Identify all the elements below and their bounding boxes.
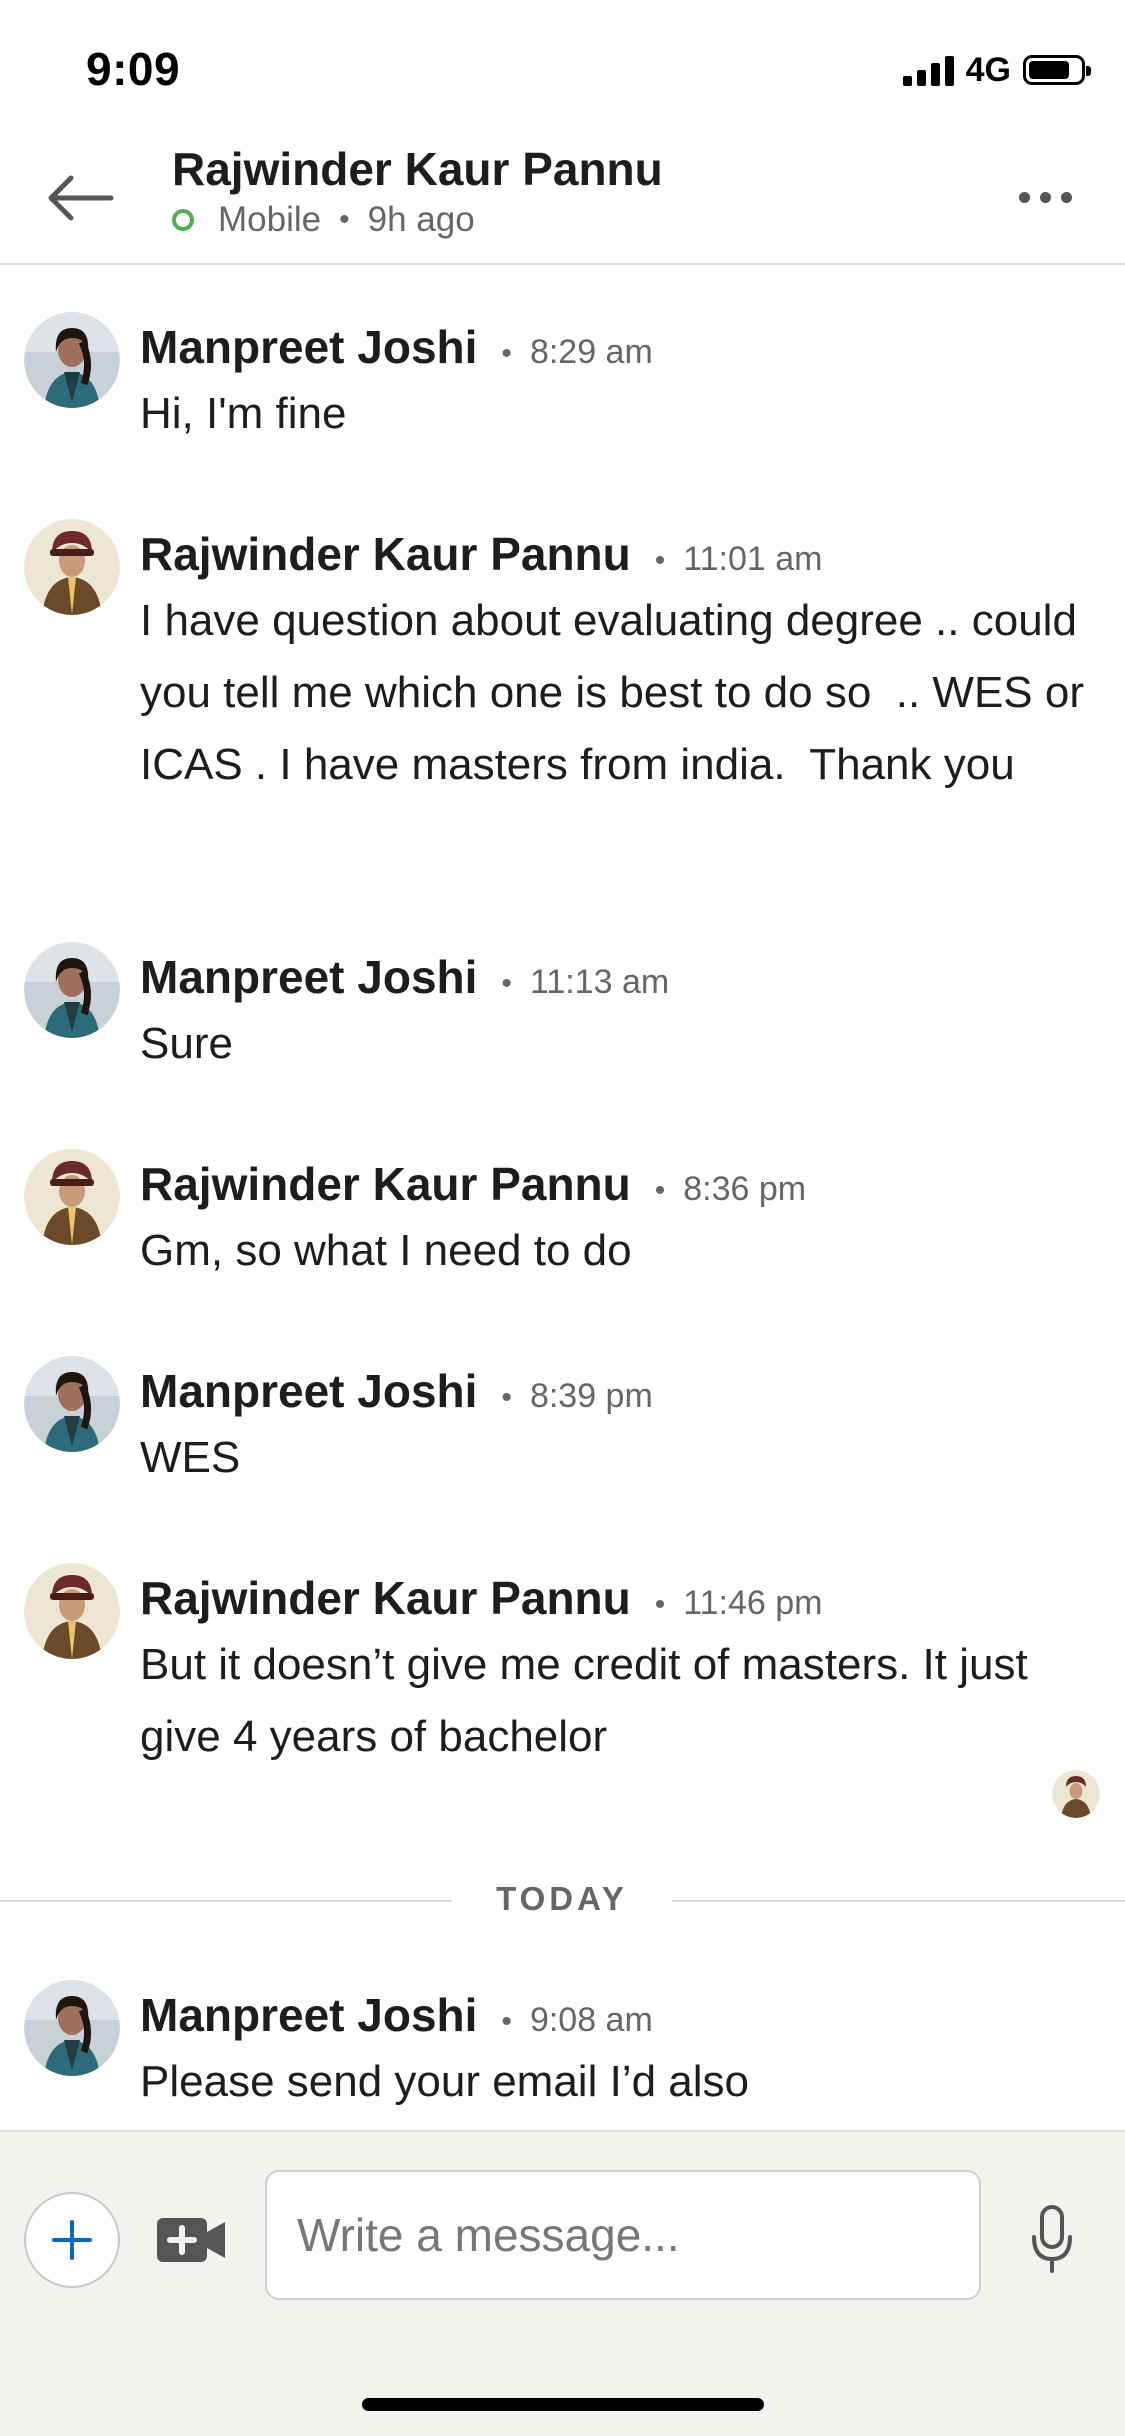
message-time: 11:46 pm <box>683 1584 823 1622</box>
video-message-button[interactable] <box>155 2212 229 2268</box>
online-status-icon <box>172 209 194 231</box>
message-time: 11:13 am <box>529 963 670 1001</box>
message-header: Rajwinder Kaur Pannu • 8:36 pm <box>140 1157 807 1211</box>
rajwinder-avatar[interactable] <box>24 519 120 615</box>
message-header: Rajwinder Kaur Pannu • 11:46 pm <box>140 1571 823 1625</box>
manpreet-avatar[interactable] <box>24 942 120 1038</box>
status-time: 9:09 <box>86 43 181 95</box>
status-bar: 9:09 4G <box>0 0 1125 130</box>
message-header: Manpreet Joshi • 11:13 am <box>140 950 670 1004</box>
day-divider: TODAY <box>0 1880 1125 1920</box>
message-text: But it doesn’t give me credit of masters… <box>140 1640 1040 1761</box>
arrow-left-icon <box>48 175 114 221</box>
network-type: 4G <box>965 50 1011 89</box>
video-camera-icon <box>157 2218 225 2262</box>
attach-button[interactable] <box>24 2192 120 2288</box>
sender-name[interactable]: Rajwinder Kaur Pannu <box>140 1571 631 1625</box>
plus-icon <box>52 2220 92 2260</box>
manpreet-avatar[interactable] <box>24 1356 120 1452</box>
manpreet-avatar[interactable] <box>24 312 120 408</box>
message-time: 11:01 am <box>683 540 823 578</box>
sender-name[interactable]: Manpreet Joshi <box>140 1988 477 2042</box>
message-time: 8:39 pm <box>529 1377 653 1415</box>
message-header: Rajwinder Kaur Pannu • 11:01 am <box>140 527 823 581</box>
message-text: I have question about evaluating degree … <box>140 596 1097 789</box>
last-active: 9h ago <box>367 200 475 239</box>
message-header: Manpreet Joshi • 8:39 pm <box>140 1364 653 1418</box>
more-horizontal-icon <box>1018 191 1030 203</box>
message-time: 8:36 pm <box>683 1170 807 1208</box>
rajwinder-avatar[interactable] <box>24 1149 120 1245</box>
microphone-icon <box>1032 2205 1072 2273</box>
rajwinder-avatar[interactable] <box>24 1563 120 1659</box>
presence-line: Mobile • 9h ago <box>172 200 475 240</box>
message-text: Sure <box>140 1019 233 1068</box>
separator-dot: • <box>339 203 350 236</box>
sender-name[interactable]: Manpreet Joshi <box>140 950 477 1004</box>
message-time: 8:29 am <box>529 333 653 371</box>
manpreet-avatar[interactable] <box>24 1980 120 2076</box>
message-composer <box>0 2130 1125 2436</box>
message-text: Hi, I'm fine <box>140 389 347 438</box>
presence-label: Mobile <box>218 200 322 239</box>
contact-name[interactable]: Rajwinder Kaur Pannu <box>172 142 663 196</box>
message-input[interactable] <box>265 2170 981 2300</box>
sender-name[interactable]: Rajwinder Kaur Pannu <box>140 1157 631 1211</box>
sender-name[interactable]: Rajwinder Kaur Pannu <box>140 527 631 581</box>
message-time: 9:08 am <box>529 2001 653 2039</box>
conversation-header: Rajwinder Kaur Pannu Mobile • 9h ago <box>0 130 1125 265</box>
cellular-signal-icon <box>902 54 954 86</box>
status-indicators: 4G <box>902 50 1091 90</box>
home-indicator[interactable] <box>362 2398 764 2411</box>
sender-name[interactable]: Manpreet Joshi <box>140 1364 477 1418</box>
messaging-screen: 9:09 4G Rajwinder Kaur Pannu Mobile • 9h… <box>0 0 1125 2436</box>
voice-message-button[interactable] <box>1022 2200 1082 2280</box>
more-options-button[interactable] <box>1005 172 1085 222</box>
sender-name[interactable]: Manpreet Joshi <box>140 320 477 374</box>
back-button[interactable] <box>40 158 120 238</box>
message-header: Manpreet Joshi • 8:29 am <box>140 320 653 374</box>
message-text: WES <box>140 1433 241 1482</box>
day-divider-label: TODAY <box>496 1880 628 1917</box>
message-text: Please send your email I’d also <box>140 2057 749 2106</box>
read-receipt-avatar <box>1052 1770 1100 1818</box>
battery-icon <box>1023 55 1091 85</box>
message-text: Gm, so what I need to do <box>140 1226 632 1275</box>
message-header: Manpreet Joshi • 9:08 am <box>140 1988 653 2042</box>
battery-level <box>1029 61 1069 79</box>
